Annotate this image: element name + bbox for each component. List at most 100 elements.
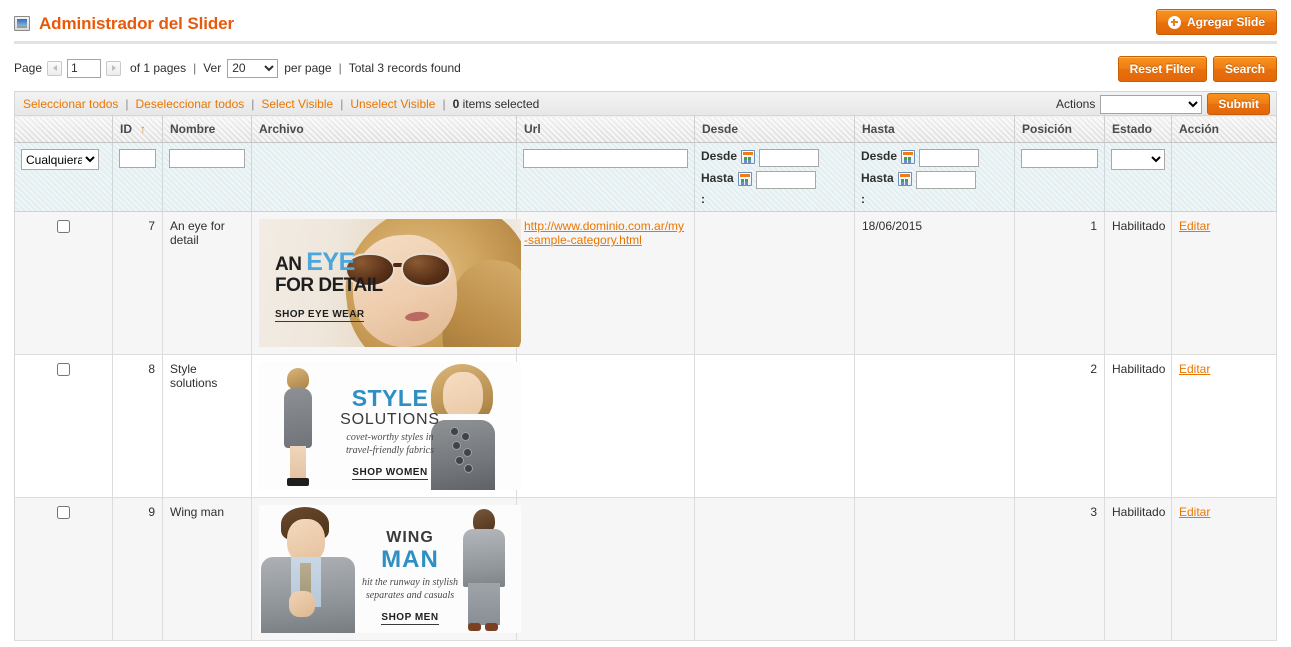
massaction-bar: Seleccionar todos | Deseleccionar todos … (14, 91, 1277, 115)
column-header-desde[interactable]: Desde (694, 115, 855, 143)
records-found-label: Total 3 records found (348, 61, 461, 75)
column-header-posicion[interactable]: Posición (1014, 115, 1105, 143)
page-header: Administrador del Slider Agregar Slide (0, 0, 1291, 47)
column-header-checkbox[interactable] (14, 115, 113, 143)
filter-posicion-input[interactable] (1021, 149, 1098, 168)
row-accion: Editar (1171, 211, 1277, 355)
filter-id-input[interactable] (119, 149, 156, 168)
arrow-right-icon (111, 65, 116, 71)
unselect-visible-link[interactable]: Unselect Visible (350, 97, 435, 111)
row-archivo: STYLE SOLUTIONS covet-worthy styles in t… (251, 354, 521, 498)
search-button[interactable]: Search (1212, 56, 1277, 82)
unselect-all-link[interactable]: Deseleccionar todos (136, 97, 245, 111)
column-header-accion: Acción (1171, 115, 1277, 143)
filter-cell-id (112, 142, 163, 212)
slide2-model-left (275, 368, 321, 486)
page-label: Page (14, 61, 43, 75)
calendar-icon[interactable] (737, 172, 752, 186)
select-visible-link[interactable]: Select Visible (261, 97, 333, 111)
row-select-checkbox[interactable] (57, 220, 70, 233)
slide1-line1-a: AN (275, 254, 307, 275)
filter-checkbox-select[interactable]: Cualquiera (21, 149, 99, 170)
calendar-icon[interactable] (741, 150, 756, 164)
row-estado: Habilitado (1104, 497, 1172, 641)
add-slide-button[interactable]: Agregar Slide (1155, 9, 1277, 35)
table-row[interactable]: 9 Wing man WING MAN hit the runway in st… (14, 497, 1277, 641)
filter-cell-nombre (162, 142, 252, 212)
row-estado: Habilitado (1104, 211, 1172, 355)
filter-nombre-input[interactable] (169, 149, 245, 168)
add-slide-button-wrap: Agregar Slide (1155, 9, 1277, 35)
slide1-lens-right (400, 251, 452, 289)
table-row[interactable]: 7 An eye for detail AN EYE FOR DETAIL SH… (14, 211, 1277, 355)
page-input[interactable] (67, 58, 102, 78)
plus-circle-icon (1167, 15, 1181, 29)
pager-separator-2: | (338, 61, 342, 75)
filter-desde-to-input[interactable] (755, 171, 816, 189)
slide3-shoe (468, 623, 481, 631)
filter-url-input[interactable] (523, 149, 688, 168)
reset-filter-label: Reset Filter (1129, 62, 1195, 76)
column-header-id[interactable]: ID ↑ (112, 115, 163, 143)
row-select-checkbox[interactable] (57, 506, 70, 519)
row-select-checkbox[interactable] (57, 363, 70, 376)
filter-hasta-from-input[interactable] (919, 149, 980, 167)
submit-button[interactable]: Submit (1207, 93, 1270, 115)
actions-select[interactable] (1100, 94, 1203, 114)
slide2-text: STYLE SOLUTIONS covet-worthy styles in t… (327, 386, 453, 480)
reset-filter-button[interactable]: Reset Filter (1117, 56, 1207, 82)
slide3-shoe (485, 623, 498, 631)
slide3-hand-left (289, 591, 315, 617)
next-page-button[interactable] (106, 60, 122, 76)
slide3-line3-a: hit the runway in stylish (361, 577, 459, 588)
row-hasta (854, 354, 1015, 498)
row-url-link[interactable]: http://www.dominio.com.ar/my-sample-cate… (524, 219, 684, 247)
massaction-separator-3: | (340, 96, 344, 111)
filter-hasta-to-label: Hasta (861, 171, 894, 185)
slide2-cta: SHOP WOMEN (352, 467, 428, 480)
column-header-estado[interactable]: Estado (1104, 115, 1172, 143)
previous-page-button[interactable] (47, 60, 63, 76)
column-header-url[interactable]: Url (516, 115, 695, 143)
per-page-select[interactable]: 20 (227, 58, 279, 78)
slide2-line2: SOLUTIONS (340, 411, 440, 428)
filter-desde-from-input[interactable] (759, 149, 820, 167)
pager-separator-1: | (193, 61, 197, 75)
slider-window-icon (14, 16, 30, 31)
edit-link[interactable]: Editar (1179, 219, 1210, 233)
row-nombre: Wing man (162, 497, 252, 641)
page-title: Administrador del Slider (39, 13, 235, 33)
calendar-icon[interactable] (897, 172, 912, 186)
slide2-hair-left (287, 368, 309, 390)
filter-estado-select[interactable] (1111, 149, 1165, 170)
row-posicion: 1 (1014, 211, 1105, 355)
table-row[interactable]: 8 Style solutions STYLE SOLUTIONS covet-… (14, 354, 1277, 498)
select-all-link[interactable]: Seleccionar todos (23, 97, 118, 111)
filter-desde-from-label: Desde (701, 149, 738, 163)
edit-link[interactable]: Editar (1179, 505, 1210, 519)
slide3-line1: WING (386, 529, 434, 546)
actions-label: Actions (1055, 97, 1096, 111)
row-checkbox-cell[interactable] (14, 497, 113, 641)
slide1-text: AN EYE FOR DETAIL SHOP EYE WEAR (275, 250, 383, 322)
row-url (516, 497, 695, 641)
filter-cell-hasta: Desde Hasta : (854, 142, 1015, 212)
slide2-button-dot (465, 465, 472, 472)
row-desde (694, 354, 855, 498)
row-url (516, 354, 695, 498)
row-url: http://www.dominio.com.ar/my-sample-cate… (516, 211, 695, 355)
edit-link[interactable]: Editar (1179, 362, 1210, 376)
row-checkbox-cell[interactable] (14, 354, 113, 498)
filter-cell-checkbox: Cualquiera (14, 142, 113, 212)
calendar-icon[interactable] (901, 150, 916, 164)
column-header-hasta[interactable]: Hasta (854, 115, 1015, 143)
slide3-suit-right (463, 529, 505, 587)
arrow-left-icon (52, 65, 57, 71)
column-header-archivo[interactable]: Archivo (251, 115, 517, 143)
grid-filter-row: Cualquiera Desde Hasta: Desde Hasta: (14, 142, 1277, 212)
filter-desde-colon: : (701, 192, 705, 206)
pager-actions: Reset Filter Search (1117, 56, 1277, 82)
filter-hasta-to-input[interactable] (915, 171, 976, 189)
row-checkbox-cell[interactable] (14, 211, 113, 355)
column-header-nombre[interactable]: Nombre (162, 115, 252, 143)
